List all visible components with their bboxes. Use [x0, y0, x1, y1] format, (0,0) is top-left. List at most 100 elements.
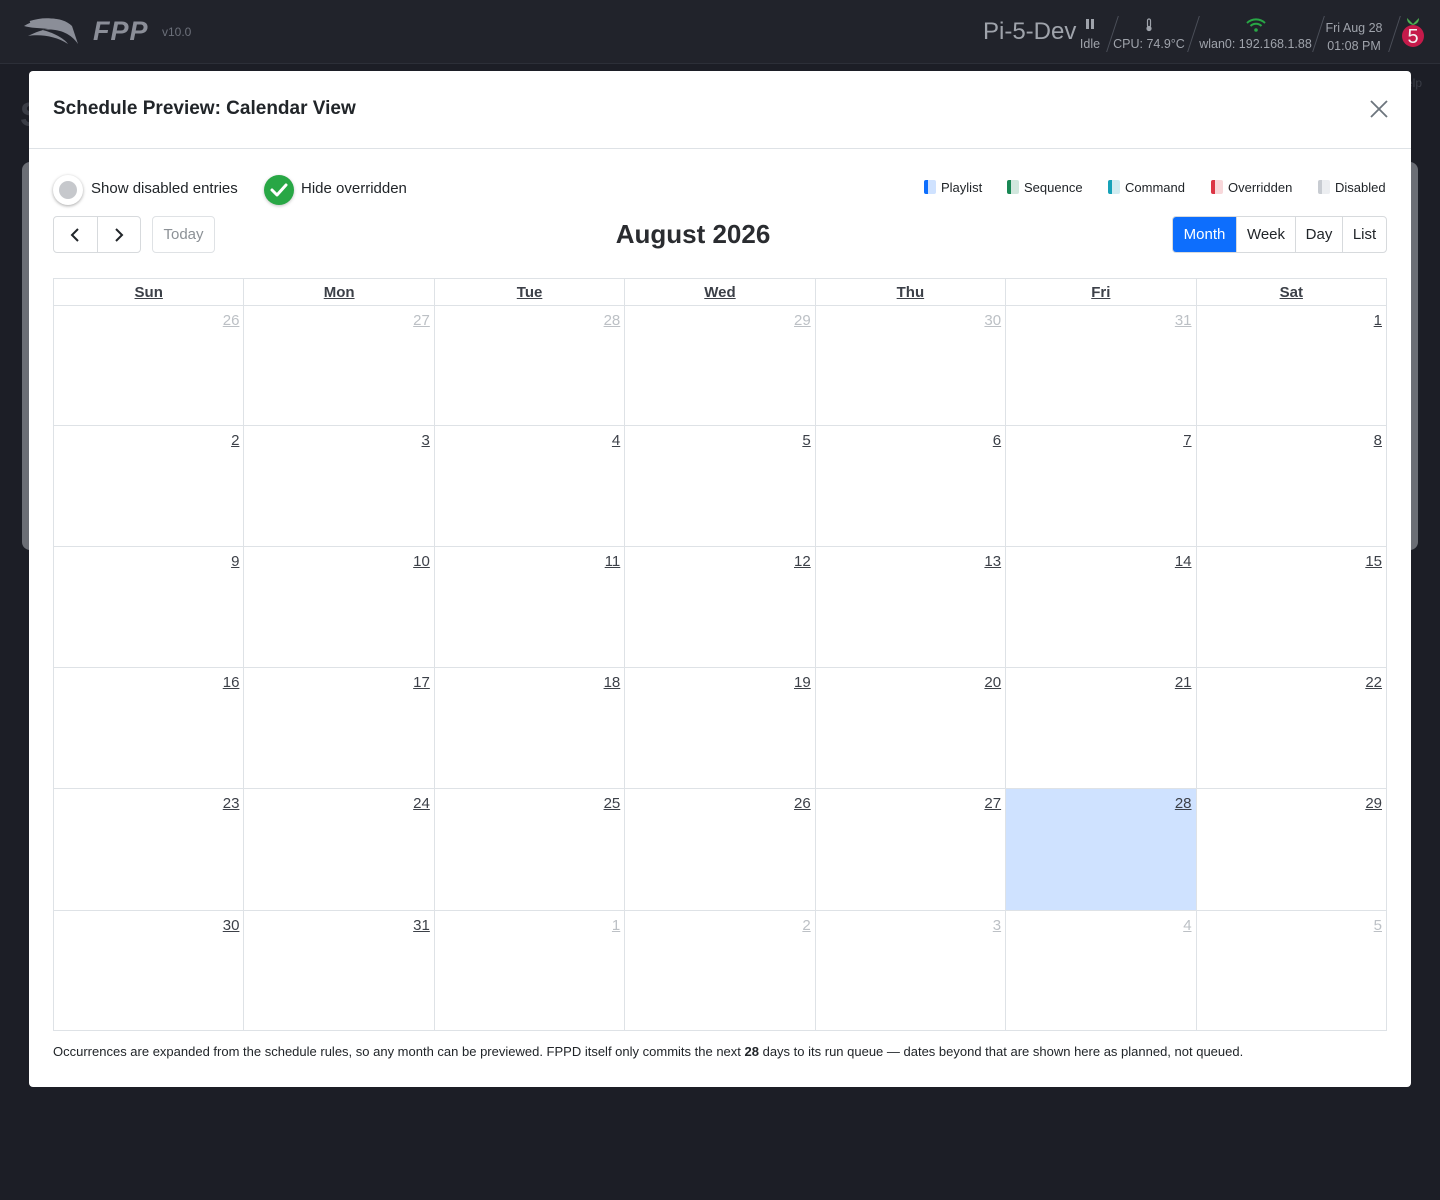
calendar-day-cell[interactable]: 3 — [243, 425, 435, 547]
calendar-day-cell[interactable]: 12 — [624, 546, 816, 668]
calendar-day-cell[interactable]: 7 — [1005, 425, 1197, 547]
day-number-link[interactable]: 30 — [223, 917, 240, 934]
weekday-header[interactable]: Tue — [433, 278, 626, 306]
weekday-header[interactable]: Sat — [1195, 278, 1388, 306]
day-number-link[interactable]: 29 — [1365, 795, 1382, 812]
calendar-day-cell[interactable]: 26 — [52, 305, 245, 426]
day-number-link[interactable]: 12 — [794, 553, 811, 570]
calendar-day-cell[interactable]: 17 — [243, 667, 435, 789]
calendar-day-cell[interactable]: 1 — [433, 910, 626, 1031]
day-number-link[interactable]: 18 — [604, 674, 621, 691]
calendar-day-cell[interactable]: 26 — [624, 788, 816, 911]
day-number-link[interactable]: 21 — [1175, 674, 1192, 691]
day-number-link[interactable]: 4 — [1183, 917, 1191, 934]
day-number-link[interactable]: 15 — [1365, 553, 1382, 570]
day-number-link[interactable]: 30 — [984, 312, 1001, 329]
calendar-day-cell[interactable]: 28 — [433, 305, 626, 426]
day-number-link[interactable]: 29 — [794, 312, 811, 329]
day-number-link[interactable]: 7 — [1183, 432, 1191, 449]
day-number-link[interactable]: 27 — [984, 795, 1001, 812]
calendar-day-cell[interactable]: 10 — [243, 546, 435, 668]
view-month-button[interactable]: Month — [1173, 217, 1236, 252]
day-number-link[interactable]: 2 — [231, 432, 239, 449]
calendar-day-cell[interactable]: 5 — [624, 425, 816, 547]
day-number-link[interactable]: 22 — [1365, 674, 1382, 691]
calendar-day-cell[interactable]: 31 — [1005, 305, 1197, 426]
calendar-day-cell[interactable]: 13 — [814, 546, 1007, 668]
view-list-button[interactable]: List — [1342, 217, 1386, 252]
calendar-day-cell[interactable]: 27 — [814, 788, 1007, 911]
weekday-header[interactable]: Mon — [243, 278, 435, 306]
day-number-link[interactable]: 24 — [413, 795, 430, 812]
day-number-link[interactable]: 25 — [604, 795, 621, 812]
weekday-header[interactable]: Thu — [814, 278, 1007, 306]
calendar-day-cell[interactable]: 16 — [52, 667, 245, 789]
calendar-day-cell[interactable]: 3 — [814, 910, 1007, 1031]
day-number-link[interactable]: 4 — [612, 432, 620, 449]
calendar-day-cell[interactable]: 9 — [52, 546, 245, 668]
day-number-link[interactable]: 8 — [1374, 432, 1382, 449]
day-number-link[interactable]: 28 — [1175, 795, 1192, 812]
day-number-link[interactable]: 3 — [422, 432, 430, 449]
calendar-day-cell[interactable]: 23 — [52, 788, 245, 911]
day-number-link[interactable]: 10 — [413, 553, 430, 570]
day-number-link[interactable]: 6 — [993, 432, 1001, 449]
day-number-link[interactable]: 19 — [794, 674, 811, 691]
calendar-day-cell[interactable]: 25 — [433, 788, 626, 911]
day-number-link[interactable]: 16 — [223, 674, 240, 691]
day-number-link[interactable]: 5 — [1374, 917, 1382, 934]
calendar-day-cell[interactable]: 29 — [1195, 788, 1388, 911]
calendar-day-cell[interactable]: 2 — [52, 425, 245, 547]
calendar-day-cell[interactable]: 27 — [243, 305, 435, 426]
calendar-day-cell[interactable]: 19 — [624, 667, 816, 789]
day-number-link[interactable]: 3 — [993, 917, 1001, 934]
calendar-day-cell[interactable]: 8 — [1195, 425, 1388, 547]
day-number-link[interactable]: 9 — [231, 553, 239, 570]
day-number-link[interactable]: 13 — [984, 553, 1001, 570]
hide-overridden-toggle[interactable] — [264, 175, 294, 205]
day-number-link[interactable]: 26 — [794, 795, 811, 812]
hide-overridden-label[interactable]: Hide overridden — [301, 180, 407, 197]
view-week-button[interactable]: Week — [1236, 217, 1295, 252]
view-day-button[interactable]: Day — [1295, 217, 1342, 252]
calendar-day-cell[interactable]: 14 — [1005, 546, 1197, 668]
calendar-day-cell[interactable]: 6 — [814, 425, 1007, 547]
calendar-day-cell[interactable]: 15 — [1195, 546, 1388, 668]
day-number-link[interactable]: 17 — [413, 674, 430, 691]
player-status[interactable]: Idle — [1077, 18, 1103, 51]
calendar-day-cell[interactable]: 30 — [814, 305, 1007, 426]
day-number-link[interactable]: 2 — [802, 917, 810, 934]
calendar-day-cell[interactable]: 2 — [624, 910, 816, 1031]
calendar-day-cell[interactable]: 21 — [1005, 667, 1197, 789]
day-number-link[interactable]: 31 — [413, 917, 430, 934]
day-number-link[interactable]: 27 — [413, 312, 430, 329]
weekday-header[interactable]: Sun — [52, 278, 245, 306]
weekday-header[interactable]: Wed — [624, 278, 816, 306]
calendar-day-cell[interactable]: 24 — [243, 788, 435, 911]
day-number-link[interactable]: 28 — [604, 312, 621, 329]
calendar-day-cell[interactable]: 5 — [1195, 910, 1388, 1031]
calendar-day-cell[interactable]: 31 — [243, 910, 435, 1031]
calendar-day-cell[interactable]: 18 — [433, 667, 626, 789]
day-number-link[interactable]: 1 — [1374, 312, 1382, 329]
calendar-day-cell[interactable]: 4 — [433, 425, 626, 547]
show-disabled-toggle[interactable] — [53, 175, 83, 205]
show-disabled-label[interactable]: Show disabled entries — [91, 180, 238, 197]
day-number-link[interactable]: 11 — [605, 553, 621, 570]
day-number-link[interactable]: 31 — [1175, 312, 1192, 329]
calendar-day-cell[interactable]: 22 — [1195, 667, 1388, 789]
calendar-day-cell[interactable]: 4 — [1005, 910, 1197, 1031]
calendar-day-cell[interactable]: 20 — [814, 667, 1007, 789]
day-number-link[interactable]: 14 — [1175, 553, 1192, 570]
calendar-day-cell[interactable]: 29 — [624, 305, 816, 426]
day-number-link[interactable]: 26 — [223, 312, 240, 329]
calendar-day-cell[interactable]: 28 — [1005, 788, 1197, 911]
calendar-day-cell[interactable]: 1 — [1195, 305, 1388, 426]
day-number-link[interactable]: 20 — [984, 674, 1001, 691]
calendar-day-cell[interactable]: 11 — [433, 546, 626, 668]
weekday-header[interactable]: Fri — [1005, 278, 1197, 306]
logo-text[interactable]: FPP — [93, 16, 149, 47]
calendar-day-cell[interactable]: 30 — [52, 910, 245, 1031]
day-number-link[interactable]: 5 — [802, 432, 810, 449]
day-number-link[interactable]: 23 — [223, 795, 240, 812]
